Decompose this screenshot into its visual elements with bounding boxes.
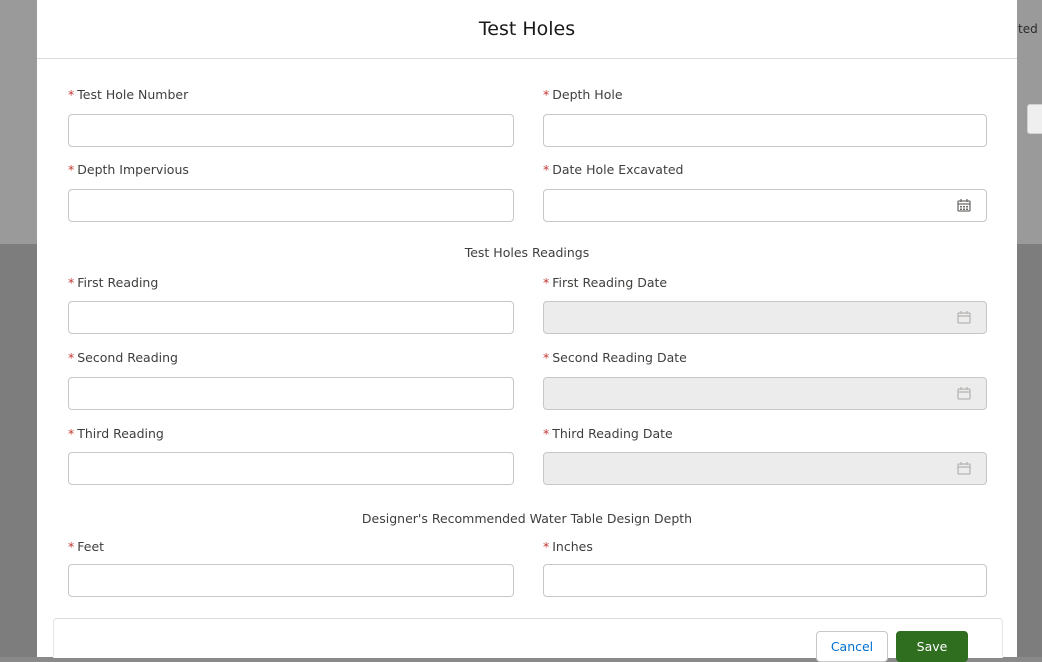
required-marker: * — [68, 87, 75, 102]
required-marker: * — [543, 87, 550, 102]
required-marker: * — [68, 539, 75, 554]
second-reading-date-input — [543, 377, 987, 410]
date-hole-excavated-picker — [543, 189, 987, 222]
depth-hole-input[interactable] — [543, 114, 987, 147]
date-hole-excavated-label: * Date Hole Excavated — [543, 162, 684, 177]
design-depth-section-title: Designer's Recommended Water Table Desig… — [361, 511, 693, 526]
third-reading-input[interactable] — [68, 452, 514, 485]
test-hole-number-label: * Test Hole Number — [68, 87, 189, 102]
second-reading-date-picker — [543, 377, 987, 410]
modal-footer: Cancel Save — [53, 618, 1003, 662]
depth-hole-label: * Depth Hole — [543, 87, 623, 102]
second-reading-date-label: * Second Reading Date — [543, 350, 687, 365]
required-marker: * — [68, 426, 75, 441]
date-hole-excavated-input[interactable] — [543, 189, 987, 222]
feet-input[interactable] — [68, 564, 514, 597]
second-reading-label: * Second Reading — [68, 350, 178, 365]
third-reading-date-label: * Third Reading Date — [543, 426, 673, 441]
inches-input[interactable] — [543, 564, 987, 597]
test-holes-modal: Test Holes * Test Hole Number * Depth Hole… — [37, 0, 1017, 662]
save-button[interactable]: Save — [896, 631, 968, 662]
background-page-text: ted — [1018, 22, 1038, 36]
required-marker: * — [68, 162, 75, 177]
required-marker: * — [68, 350, 75, 365]
third-reading-date-picker — [543, 452, 987, 485]
calendar-icon — [957, 462, 971, 475]
first-reading-date-picker — [543, 301, 987, 334]
depth-impervious-label: * Depth Impervious — [68, 162, 189, 177]
calendar-icon — [957, 387, 971, 400]
inches-label: * Inches — [543, 539, 593, 554]
required-marker: * — [543, 426, 550, 441]
required-marker: * — [543, 162, 550, 177]
first-reading-label: * First Reading — [68, 275, 159, 290]
test-hole-number-input[interactable] — [68, 114, 514, 147]
readings-section-title: Test Holes Readings — [464, 245, 590, 260]
first-reading-date-label: * First Reading Date — [543, 275, 668, 290]
calendar-icon[interactable] — [957, 198, 971, 212]
depth-impervious-input[interactable] — [68, 189, 514, 222]
first-reading-input[interactable] — [68, 301, 514, 334]
required-marker: * — [543, 350, 550, 365]
required-marker: * — [68, 275, 75, 290]
second-reading-input[interactable] — [68, 377, 514, 410]
modal-header: Test Holes — [37, 0, 1017, 59]
cancel-button[interactable]: Cancel — [816, 631, 888, 662]
first-reading-date-input — [543, 301, 987, 334]
third-reading-date-input — [543, 452, 987, 485]
third-reading-label: * Third Reading — [68, 426, 164, 441]
background-page-control — [1027, 104, 1042, 134]
required-marker: * — [543, 275, 550, 290]
required-marker: * — [543, 539, 550, 554]
modal-title: Test Holes — [478, 18, 576, 40]
calendar-icon — [957, 311, 971, 324]
feet-label: * Feet — [68, 539, 105, 554]
